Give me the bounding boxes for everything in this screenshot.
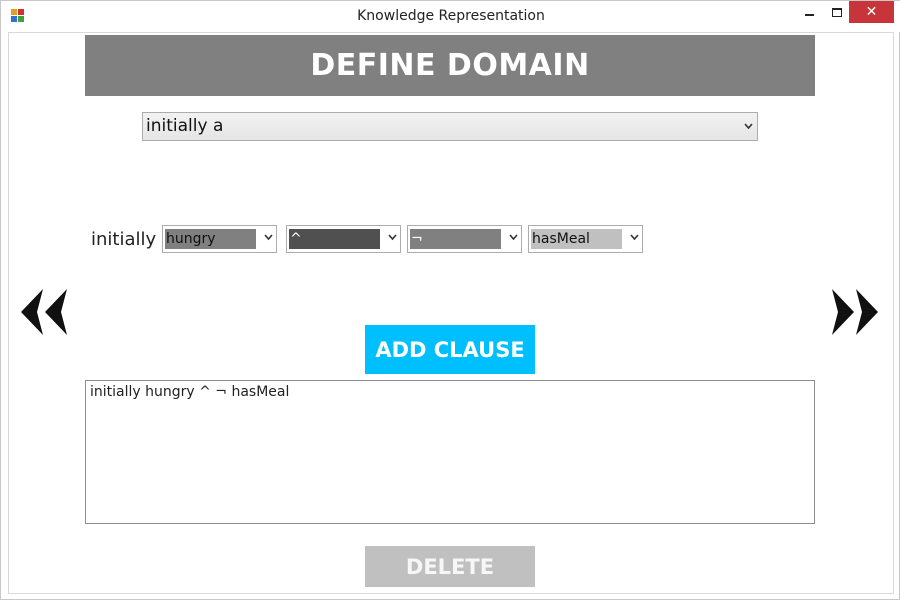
- app-window: Knowledge Representation ✕ DEFINE DOMAIN…: [0, 0, 900, 600]
- negation-combo[interactable]: ¬: [407, 225, 522, 253]
- chevron-down-icon: [264, 233, 273, 244]
- delete-button[interactable]: DELETE: [365, 546, 535, 587]
- fluent-combo-value: hungry: [165, 229, 256, 249]
- fluent-combo[interactable]: hungry: [162, 225, 277, 253]
- window-title: Knowledge Representation: [357, 8, 545, 24]
- fluent-combo-2-value: hasMeal: [531, 229, 622, 249]
- statement-select[interactable]: initially a: [142, 112, 758, 141]
- clauses-textbox[interactable]: initially hungry ^ ¬ hasMeal: [85, 380, 815, 524]
- double-chevron-left-icon: [21, 289, 67, 335]
- minimize-button[interactable]: [795, 1, 824, 23]
- clauses-text: initially hungry ^ ¬ hasMeal: [90, 384, 290, 400]
- close-button[interactable]: ✕: [849, 1, 894, 23]
- statement-select-value: initially a: [146, 116, 224, 136]
- negation-combo-value: ¬: [410, 229, 501, 249]
- fluent-combo-2[interactable]: hasMeal: [528, 225, 643, 253]
- chevron-down-icon: [509, 233, 518, 244]
- close-icon: ✕: [865, 4, 878, 20]
- next-button[interactable]: [830, 287, 884, 337]
- previous-button[interactable]: [17, 287, 71, 337]
- chevron-down-icon: [744, 120, 753, 133]
- double-chevron-right-icon: [832, 289, 878, 335]
- maximize-button[interactable]: [822, 1, 851, 23]
- clause-label: initially: [91, 229, 157, 250]
- operator-combo[interactable]: ^: [286, 225, 401, 253]
- page-title: DEFINE DOMAIN: [85, 35, 815, 96]
- operator-combo-value: ^: [289, 229, 380, 249]
- title-bar[interactable]: Knowledge Representation ✕: [1, 1, 900, 32]
- minimize-icon: [805, 14, 814, 16]
- maximize-icon: [831, 7, 842, 17]
- chevron-down-icon: [630, 233, 639, 244]
- chevron-down-icon: [388, 233, 397, 244]
- add-clause-button[interactable]: ADD CLAUSE: [365, 325, 535, 374]
